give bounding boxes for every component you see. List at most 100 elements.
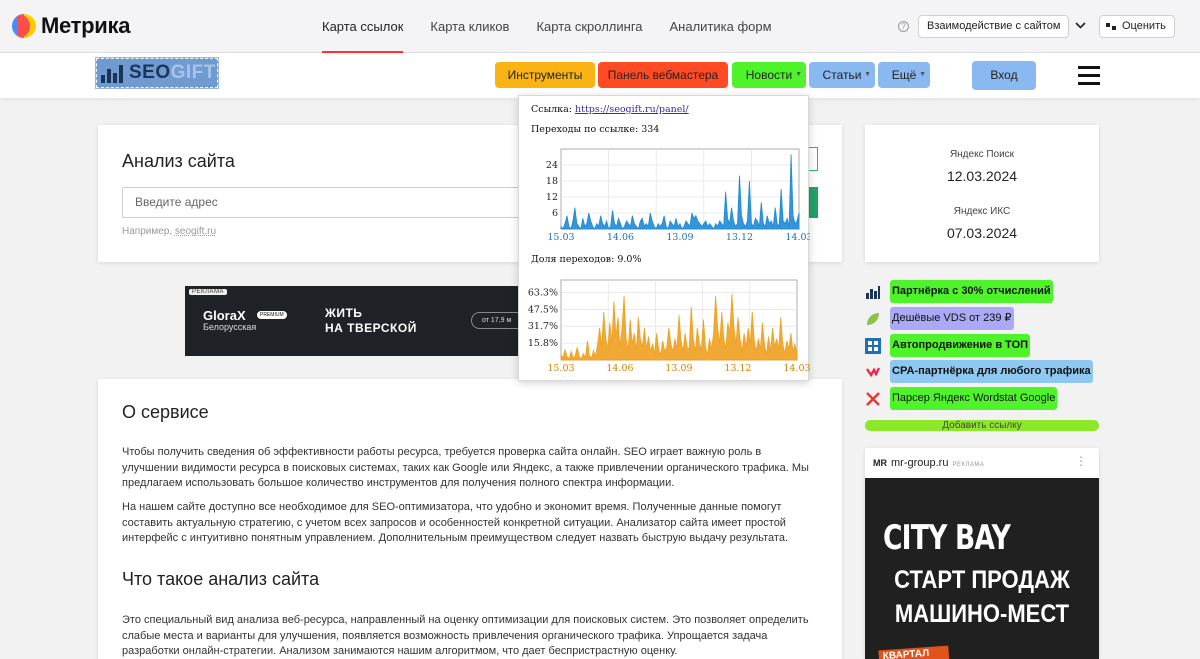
partner-link-1[interactable]: Партнёрка с 30% отчислений bbox=[865, 280, 1053, 303]
about-paragraph-3: Это специальный вид анализа веб-ресурса,… bbox=[122, 614, 809, 657]
tab-click-map[interactable]: Карта кликов bbox=[430, 0, 509, 53]
tab-form-analytics[interactable]: Аналитика форм bbox=[670, 0, 772, 53]
x-tick-label: 14.06 bbox=[607, 232, 634, 243]
partner-link-label: CPA-партнёрка для любого трафика bbox=[890, 360, 1093, 383]
partner-link-label: Партнёрка с 30% отчислений bbox=[890, 280, 1053, 303]
sape-icon bbox=[865, 337, 881, 354]
partner-link-5[interactable]: Парсер Яндекс Wordstat Google bbox=[865, 387, 1058, 410]
x-tick-label: 14.03 bbox=[783, 363, 810, 374]
metrika-nav: Карта ссылок Карта кликов Карта скроллин… bbox=[322, 0, 799, 53]
x-tick-label: 13.12 bbox=[726, 232, 753, 243]
partner-link-3[interactable]: Автопродвижение в ТОП bbox=[865, 334, 1031, 357]
add-link-button[interactable]: Добавить ссылку bbox=[865, 420, 1099, 431]
link-stats-popup: Ссылка: https://seogift.ru/panel/ Перехо… bbox=[518, 95, 810, 381]
caret-down-icon: ▼ bbox=[795, 71, 802, 78]
bars-icon bbox=[866, 285, 880, 299]
side-ad-domain: mr-group.ru bbox=[891, 457, 949, 469]
address-input[interactable]: Введите адрес bbox=[122, 187, 527, 218]
popup-link-label: Ссылка: bbox=[531, 104, 572, 115]
yandex-iks-date: 07.03.2024 bbox=[946, 225, 1018, 241]
rate-button-label: Оценить bbox=[1122, 20, 1166, 32]
y-tick-label: 24 bbox=[546, 160, 558, 171]
ad-banner[interactable]: РЕКЛАМА GloraX PREMIUM Белорусская ЖИТЬ Н… bbox=[185, 286, 519, 356]
side-ad-image: CITY BAY СТАРТ ПРОДАЖ МАШИНО-МЕСТ КВАРТА… bbox=[865, 478, 1099, 659]
yandex-iks-label: Яндекс ИКС bbox=[953, 206, 1011, 217]
side-ad-line2: МАШИНО-МЕСТ bbox=[894, 600, 1070, 628]
share-chart: 15.8% 31.7% 47.5% 63.3% 15.03 14.06 13.09 13.12… bbox=[528, 279, 810, 374]
rate-button[interactable]: Оценить bbox=[1099, 15, 1175, 38]
example-hint: Например, seogift.ru bbox=[122, 226, 216, 237]
plot-frame bbox=[560, 148, 800, 230]
nav-webmaster-button[interactable]: Панель вебмастера bbox=[598, 62, 728, 88]
partner-link-2[interactable]: Дешёвые VDS от 239 ₽ bbox=[865, 307, 1014, 330]
caret-down-icon: ▼ bbox=[864, 71, 871, 78]
metrika-logo-icon bbox=[12, 14, 36, 38]
yandex-search-date: 12.03.2024 bbox=[946, 168, 1018, 184]
interact-with-site-button[interactable]: Взаимодействие с сайтом bbox=[918, 15, 1070, 38]
nav-tools-button[interactable]: Инструменты bbox=[495, 62, 595, 88]
x-tick-label: 14.06 bbox=[606, 363, 633, 374]
nav-more-label: Ещё bbox=[891, 68, 917, 82]
popup-link-url[interactable]: https://seogift.ru/panel/ bbox=[575, 104, 689, 115]
metrika-logo-text: Метрика bbox=[41, 13, 131, 38]
nav-articles-button[interactable]: Статьи ▼ bbox=[809, 62, 875, 88]
y-tick-label: 12 bbox=[546, 192, 558, 203]
nav-more-button[interactable]: Ещё ▼ bbox=[878, 62, 930, 88]
x-tick-label: 15.03 bbox=[547, 232, 574, 243]
analysis-title: Анализ сайта bbox=[122, 151, 235, 171]
metrika-toolbar: Метрика Карта ссылок Карта кликов Карта … bbox=[0, 0, 1200, 53]
tab-link-map[interactable]: Карта ссылок bbox=[322, 0, 404, 53]
side-ad-corner: КВАРТАЛ bbox=[878, 645, 950, 659]
popup-link-row: Ссылка: https://seogift.ru/panel/ bbox=[531, 104, 689, 115]
leaf-icon bbox=[867, 312, 879, 325]
popup-clicks-label: Переходы по ссылке: 334 bbox=[531, 124, 660, 135]
help-icon[interactable]: ? bbox=[898, 21, 909, 32]
quote-icon bbox=[1106, 23, 1116, 30]
nav-articles-label: Статьи bbox=[822, 68, 862, 82]
ad-sub: Белорусская bbox=[203, 322, 257, 332]
x-tick-label: 13.12 bbox=[724, 363, 751, 374]
side-ad-brand: CITY BAY bbox=[883, 518, 1011, 558]
more-options-icon[interactable]: ⋮ bbox=[1075, 454, 1087, 468]
yandex-search-label: Яндекс Поиск bbox=[949, 149, 1015, 160]
updates-card: Яндекс Поиск 12.03.2024 Яндекс ИКС 07.03… bbox=[865, 125, 1099, 262]
menu-icon[interactable] bbox=[1078, 66, 1100, 85]
y-tick-label: 6 bbox=[552, 208, 558, 219]
ad-tag: РЕКЛАМА bbox=[189, 289, 227, 295]
hint-example-link[interactable]: seogift.ru bbox=[175, 226, 216, 237]
about-card: О сервисе Чтобы получить сведения об эфф… bbox=[98, 379, 842, 659]
ad-badge: PREMIUM bbox=[257, 311, 287, 319]
nav-news-button[interactable]: Новости ▼ bbox=[732, 62, 806, 88]
side-ad[interactable]: MR mr-group.ru РЕКЛАМА ⋮ CITY BAY СТАРТ ПР… bbox=[865, 448, 1099, 659]
clicks-chart: 6 12 18 24 15.03 14.06 13.09 13.12 14.03 bbox=[546, 148, 810, 243]
partner-link-4[interactable]: CPA-партнёрка для любого трафика bbox=[865, 360, 1093, 383]
site-logo[interactable]: SEOGIFT bbox=[95, 57, 219, 89]
partner-link-label: Дешёвые VDS от 239 ₽ bbox=[890, 307, 1014, 330]
y-tick-label: 31.7% bbox=[528, 321, 558, 332]
site-logo-text: SEOGIFT bbox=[129, 62, 216, 83]
ad-slogan: ЖИТЬ НА ТВЕРСКОЙ bbox=[325, 306, 417, 335]
heart-icon bbox=[866, 366, 881, 377]
popup-share-label: Доля переходов: 9.0% bbox=[531, 254, 642, 265]
nav-news-label: Новости bbox=[745, 68, 793, 82]
about-paragraph-2: На нашем сайте доступно все необходимое … bbox=[122, 501, 788, 544]
chevron-down-icon[interactable] bbox=[1074, 19, 1087, 32]
ad-brand: GloraX bbox=[203, 308, 246, 323]
site-header: SEOGIFT Инструменты Панель вебмастера Но… bbox=[0, 53, 1200, 98]
nav-tools-label: Инструменты bbox=[507, 68, 583, 82]
metrika-logo[interactable]: Метрика bbox=[12, 13, 130, 39]
about-title: О сервисе bbox=[122, 402, 209, 422]
y-tick-label: 63.3% bbox=[528, 287, 558, 298]
partner-link-label: Автопродвижение в ТОП bbox=[890, 334, 1031, 357]
x-tick-label: 13.09 bbox=[666, 232, 693, 243]
y-tick-label: 15.8% bbox=[528, 338, 558, 349]
nav-webmaster-label: Панель вебмастера bbox=[607, 68, 719, 82]
side-ad-logo: MR bbox=[873, 458, 887, 468]
hint-prefix: Например, bbox=[122, 226, 175, 237]
partner-link-label: Парсер Яндекс Wordstat Google bbox=[890, 387, 1058, 410]
x-tick-label: 14.03 bbox=[785, 232, 810, 243]
y-tick-label: 18 bbox=[546, 176, 558, 187]
login-button[interactable]: Вход bbox=[972, 61, 1036, 90]
cross-icon bbox=[866, 391, 880, 406]
tab-scroll-map[interactable]: Карта скроллинга bbox=[536, 0, 642, 53]
